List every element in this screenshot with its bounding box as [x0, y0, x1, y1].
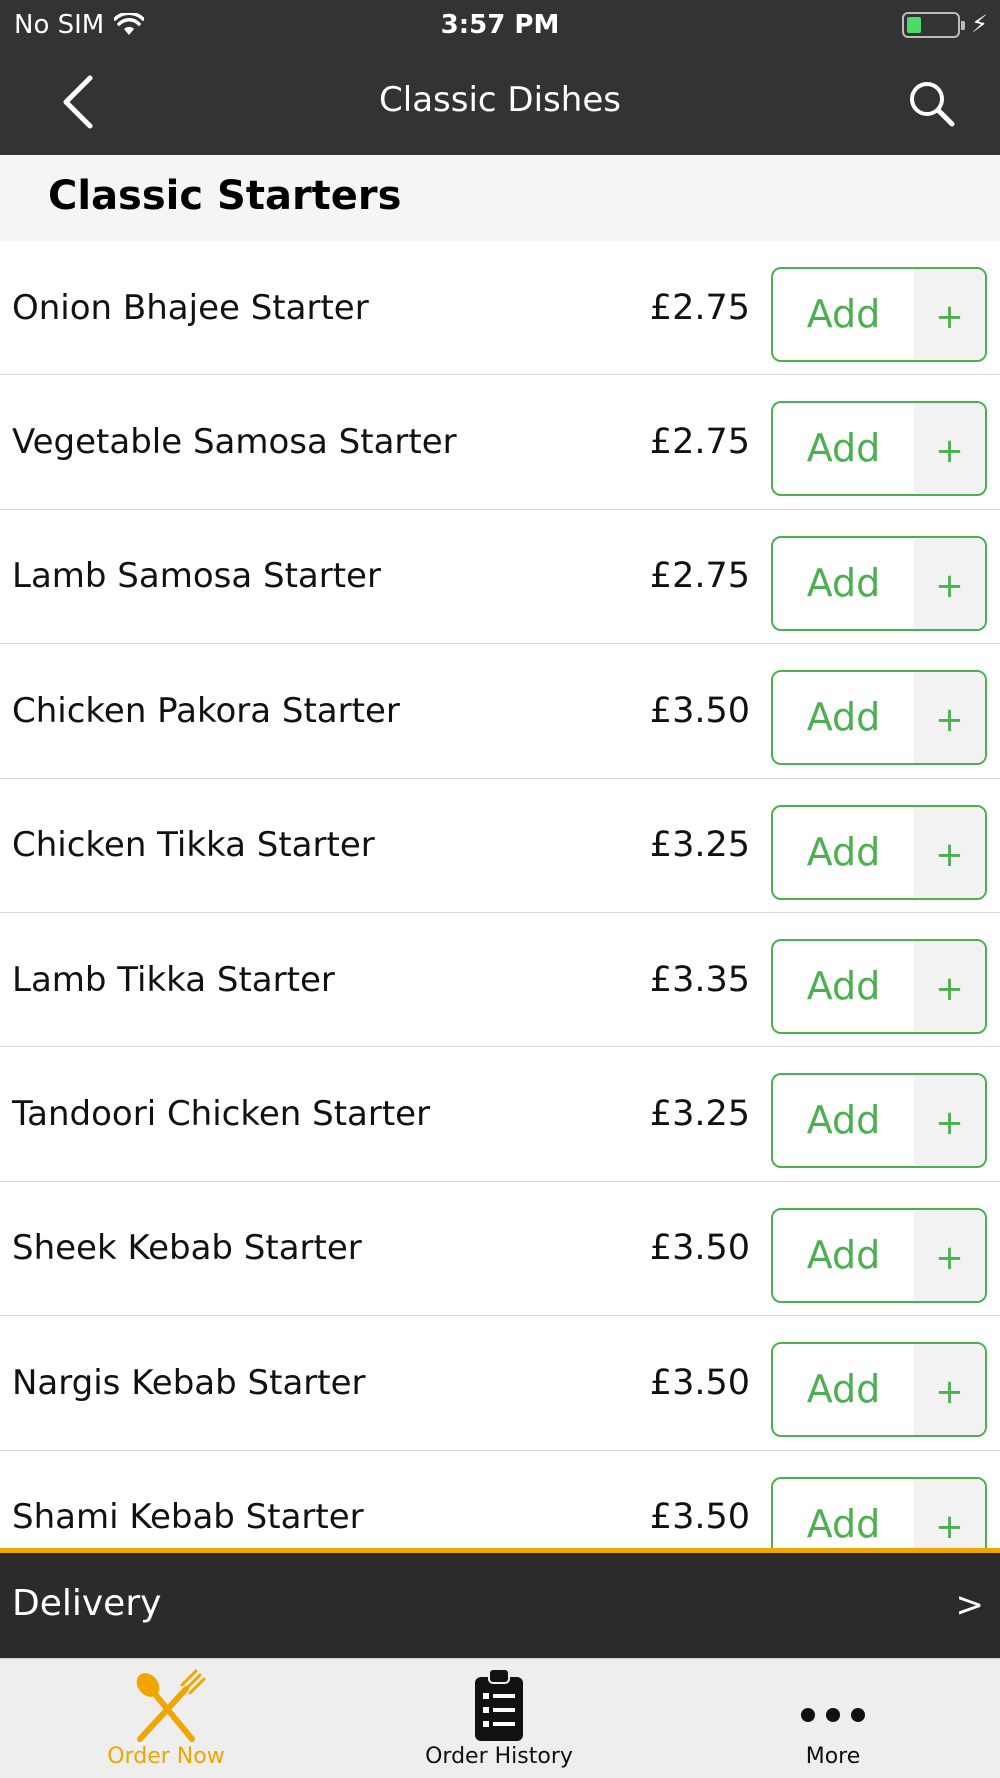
fork-knife-icon [136, 1669, 206, 1742]
menu-item-name: Vegetable Samosa Starter [12, 422, 457, 463]
menu-item-name: Lamb Samosa Starter [12, 556, 381, 597]
plus-icon: + [914, 1209, 985, 1301]
tab-label: More [805, 1744, 861, 1769]
menu-item[interactable]: Chicken Pakora Starter £3.50 Add + [0, 644, 1000, 779]
tab-label: Order Now [107, 1744, 225, 1769]
plus-icon: + [914, 403, 985, 495]
tab-bar: Order Now Order History More [0, 1658, 1000, 1778]
add-button-label: Add [806, 963, 881, 1008]
menu-item-price: £3.25 [649, 1094, 750, 1135]
chevron-right-icon: > [955, 1585, 985, 1625]
plus-icon: + [914, 806, 985, 898]
search-icon [910, 82, 955, 127]
plus-icon: + [914, 672, 985, 764]
menu-item[interactable]: Nargis Kebab Starter £3.50 Add + [0, 1316, 1000, 1451]
menu-item-price: £3.50 [649, 1362, 750, 1403]
add-button[interactable]: Add + [771, 1207, 987, 1303]
section-title: Classic Starters [48, 173, 402, 219]
more-dots-icon [801, 1708, 865, 1722]
charging-bolt-icon: ⚡ [971, 10, 988, 38]
plus-icon: + [914, 1344, 985, 1436]
add-button-label: Add [806, 1098, 881, 1143]
tab-label: Order History [425, 1744, 573, 1769]
menu-item[interactable]: Chicken Tikka Starter £3.25 Add + [0, 779, 1000, 913]
menu-item-price: £3.50 [649, 1228, 750, 1269]
menu-item-name: Lamb Tikka Starter [12, 959, 335, 1000]
add-button-label: Add [806, 292, 881, 336]
menu-item-price: £3.25 [649, 825, 750, 866]
search-button[interactable] [904, 76, 960, 132]
add-button-label: Add [806, 560, 881, 605]
plus-icon: + [914, 1075, 985, 1167]
add-button[interactable]: Add + [771, 1073, 987, 1169]
status-time: 3:57 PM [440, 10, 560, 40]
menu-item-name: Chicken Pakora Starter [12, 690, 400, 731]
top-bar: No SIM 3:57 PM ⚡ Classic Dishes [0, 0, 1000, 155]
menu-item[interactable]: Shami Kebab Starter £3.50 Add + [0, 1451, 1000, 1548]
menu-item-name: Sheek Kebab Starter [12, 1228, 362, 1269]
menu-item-price: £3.35 [649, 959, 750, 1000]
section-header: Classic Starters [0, 155, 1000, 241]
menu-item-name: Tandoori Chicken Starter [12, 1094, 431, 1135]
add-button-label: Add [806, 1367, 881, 1412]
plus-icon: + [914, 1478, 985, 1548]
menu-item-price: £3.50 [649, 1497, 750, 1538]
tab-order-now[interactable]: Order Now [66, 1659, 266, 1778]
add-button[interactable]: Add + [771, 804, 987, 900]
add-button[interactable]: Add + [771, 670, 987, 766]
plus-icon: + [914, 269, 985, 360]
plus-icon: + [914, 940, 985, 1032]
menu-item-price: £2.75 [649, 422, 750, 463]
tab-more[interactable]: More [733, 1659, 933, 1778]
plus-icon: + [914, 537, 985, 629]
menu-item-price: £2.75 [649, 556, 750, 597]
clipboard-icon [475, 1668, 523, 1741]
menu-item-name: Nargis Kebab Starter [12, 1362, 366, 1403]
add-button[interactable]: Add + [771, 1342, 987, 1438]
menu-item-name: Chicken Tikka Starter [12, 825, 375, 866]
menu-item-name: Onion Bhajee Starter [12, 287, 369, 328]
battery-icon [902, 12, 965, 38]
menu-item[interactable]: Lamb Tikka Starter £3.35 Add + [0, 913, 1000, 1048]
menu-item[interactable]: Onion Bhajee Starter £2.75 Add + [0, 241, 1000, 376]
add-button[interactable]: Add + [771, 535, 987, 631]
add-button[interactable]: Add + [771, 938, 987, 1034]
menu-item-price: £3.50 [649, 690, 750, 731]
add-button[interactable]: Add + [771, 1476, 987, 1548]
tab-order-history[interactable]: Order History [399, 1659, 599, 1778]
add-button-label: Add [806, 695, 881, 740]
delivery-label: Delivery [12, 1583, 162, 1624]
menu-item[interactable]: Tandoori Chicken Starter £3.25 Add + [0, 1047, 1000, 1182]
menu-list[interactable]: Onion Bhajee Starter £2.75 Add + Vegetab… [0, 241, 1000, 1548]
menu-item[interactable]: Vegetable Samosa Starter £2.75 Add + [0, 375, 1000, 510]
add-button[interactable]: Add + [771, 401, 987, 497]
add-button-label: Add [806, 829, 881, 874]
status-bar: No SIM 3:57 PM ⚡ [0, 0, 1000, 52]
menu-item[interactable]: Sheek Kebab Starter £3.50 Add + [0, 1182, 1000, 1317]
delivery-bar[interactable]: Delivery > [0, 1548, 1000, 1658]
add-button-label: Add [806, 426, 881, 471]
add-button-label: Add [806, 1501, 881, 1546]
page-title: Classic Dishes [379, 80, 621, 120]
add-button-label: Add [806, 1232, 881, 1277]
add-button[interactable]: Add + [771, 267, 987, 362]
menu-item-name: Shami Kebab Starter [12, 1497, 364, 1538]
menu-item-price: £2.75 [649, 287, 750, 328]
menu-item[interactable]: Lamb Samosa Starter £2.75 Add + [0, 510, 1000, 645]
